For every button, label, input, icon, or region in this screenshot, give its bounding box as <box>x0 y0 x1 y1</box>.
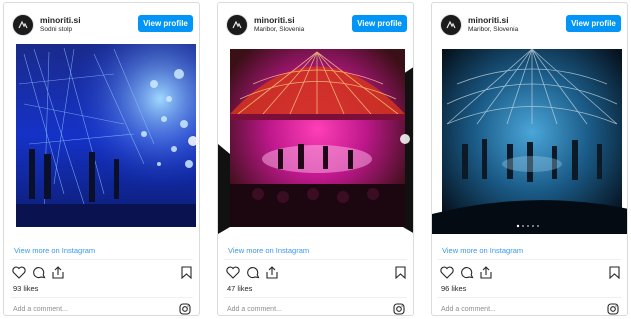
share-icon[interactable] <box>479 266 493 284</box>
dome-concert-photo <box>218 49 413 234</box>
divider <box>10 297 193 298</box>
avatar[interactable] <box>226 14 248 36</box>
comment-icon[interactable] <box>246 266 260 284</box>
next-arrow-icon[interactable] <box>188 136 198 146</box>
likes-count[interactable]: 47 likes <box>227 284 252 293</box>
view-profile-button[interactable]: View profile <box>566 15 621 32</box>
divider <box>438 297 621 298</box>
comment-input[interactable]: Add a comment... <box>441 306 496 313</box>
logo-icon <box>446 20 456 29</box>
heart-icon[interactable] <box>440 266 454 284</box>
installation-light-photo <box>16 44 196 227</box>
avatar[interactable] <box>440 14 462 36</box>
share-icon[interactable] <box>265 266 279 284</box>
likes-count[interactable]: 96 likes <box>441 284 466 293</box>
next-arrow-icon[interactable] <box>400 134 410 144</box>
view-profile-button[interactable]: View profile <box>352 15 407 32</box>
view-more-link[interactable]: View more on Instagram <box>442 246 523 255</box>
logo-icon <box>18 20 28 29</box>
divider <box>224 297 407 298</box>
view-more-link[interactable]: View more on Instagram <box>14 246 95 255</box>
logo-icon <box>232 20 242 29</box>
bookmark-icon[interactable] <box>609 266 620 284</box>
instagram-icon[interactable] <box>179 302 191 315</box>
view-profile-button[interactable]: View profile <box>138 15 193 32</box>
divider <box>224 259 407 260</box>
comment-input[interactable]: Add a comment... <box>13 306 68 313</box>
heart-icon[interactable] <box>226 266 240 284</box>
heart-icon[interactable] <box>12 266 26 284</box>
instagram-embed-card: minoriti.si Maribor, Slovenia View profi… <box>431 2 628 316</box>
location[interactable]: Maribor, Slovenia <box>468 26 518 33</box>
bookmark-icon[interactable] <box>395 266 406 284</box>
post-header: minoriti.si Maribor, Slovenia View profi… <box>218 3 413 43</box>
instagram-embed-card: minoriti.si Maribor, Slovenia View profi… <box>217 2 414 316</box>
comment-icon[interactable] <box>32 266 46 284</box>
bookmark-icon[interactable] <box>181 266 192 284</box>
location[interactable]: Sodni stolp <box>40 26 72 33</box>
avatar[interactable] <box>12 14 34 36</box>
instagram-icon[interactable] <box>607 302 619 315</box>
username[interactable]: minoriti.si <box>40 15 81 25</box>
post-image[interactable] <box>4 44 199 234</box>
location[interactable]: Maribor, Slovenia <box>254 26 304 33</box>
post-image[interactable] <box>432 44 627 234</box>
view-more-link[interactable]: View more on Instagram <box>228 246 309 255</box>
post-header: minoriti.si Sodni stolp View profile <box>4 3 199 43</box>
instagram-embed-card: minoriti.si Sodni stolp View profile Vie… <box>3 2 200 316</box>
dome-concert-photo <box>432 48 627 234</box>
divider <box>10 259 193 260</box>
comment-input[interactable]: Add a comment... <box>227 306 282 313</box>
post-header: minoriti.si Maribor, Slovenia View profi… <box>432 3 627 43</box>
comment-icon[interactable] <box>460 266 474 284</box>
post-image[interactable] <box>218 44 413 234</box>
username[interactable]: minoriti.si <box>468 15 509 25</box>
divider <box>438 259 621 260</box>
username[interactable]: minoriti.si <box>254 15 295 25</box>
instagram-icon[interactable] <box>393 302 405 315</box>
share-icon[interactable] <box>51 266 65 284</box>
likes-count[interactable]: 93 likes <box>13 284 38 293</box>
